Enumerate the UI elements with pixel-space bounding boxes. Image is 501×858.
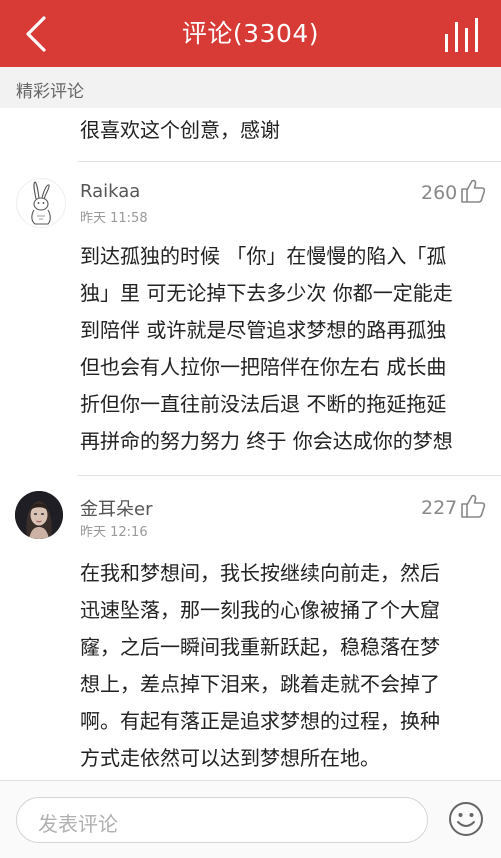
- comment-text-line: 独」里 可无论掉下去多少次 你都一定能走: [80, 281, 453, 305]
- username[interactable]: Raikaa: [80, 181, 140, 202]
- username[interactable]: 金耳朵er: [80, 495, 152, 521]
- bar-chart-icon[interactable]: [443, 18, 481, 52]
- section-label: 精彩评论: [16, 82, 84, 102]
- comment-compose-bar: 发表评论: [0, 780, 501, 858]
- avatar[interactable]: [16, 178, 66, 228]
- divider: [78, 475, 501, 476]
- person-avatar-icon: [15, 491, 63, 539]
- divider: [78, 161, 501, 162]
- comment-text-line: 想上，差点掉下泪来，跳着走就不会掉了: [80, 672, 440, 696]
- comment-text-line: 到达孤独的时候 「你」在慢慢的陷入「孤: [80, 244, 447, 268]
- thumbs-up-icon[interactable]: [460, 178, 486, 204]
- comment-text-line: 啊。有起有落正是追求梦想的过程，换种: [80, 709, 440, 733]
- section-header: 精彩评论: [0, 67, 501, 108]
- comment-input[interactable]: 发表评论: [16, 797, 428, 843]
- comment-text-line: 迅速坠落，那一刻我的心像被捅了个大窟: [80, 598, 440, 622]
- comment-text-line: 很喜欢这个创意，感谢: [80, 118, 280, 142]
- like-count: 227: [421, 497, 458, 519]
- comment-text-line: 窿，之后一瞬间我重新跃起，稳稳落在梦: [80, 635, 440, 659]
- comment-time: 昨天 11:58: [80, 211, 148, 226]
- comment-text-line: 到陪伴 或许就是尽管追求梦想的路再孤独: [80, 318, 447, 342]
- thumbs-up-icon[interactable]: [460, 493, 486, 519]
- comment-text-line: 再拼命的努力努力 终于 你会达成你的梦想: [80, 429, 453, 453]
- page-title: 评论(3304): [181, 19, 320, 48]
- rabbit-avatar-icon: [31, 181, 51, 225]
- comment-text-line: 在我和梦想间，我长按继续向前走，然后: [80, 561, 440, 585]
- smiley-icon[interactable]: [448, 801, 484, 837]
- comment-list[interactable]: 很喜欢这个创意，感谢 Raikaa 昨天 11:58 260 到达孤独的时候 「…: [0, 108, 501, 780]
- avatar[interactable]: [15, 491, 63, 539]
- comment-input-placeholder: 发表评论: [38, 812, 118, 836]
- top-bar: 评论(3304): [0, 0, 501, 67]
- comment-text-line: 方式走依然可以达到梦想所在地。: [80, 746, 380, 770]
- like-count: 260: [421, 182, 458, 204]
- comment-time: 昨天 12:16: [80, 525, 148, 540]
- comment-text-line: 折但你一直往前没法后退 不断的拖延拖延: [80, 392, 447, 416]
- comment-text-line: 但也会有人拉你一把陪伴在你左右 成长曲: [80, 355, 447, 379]
